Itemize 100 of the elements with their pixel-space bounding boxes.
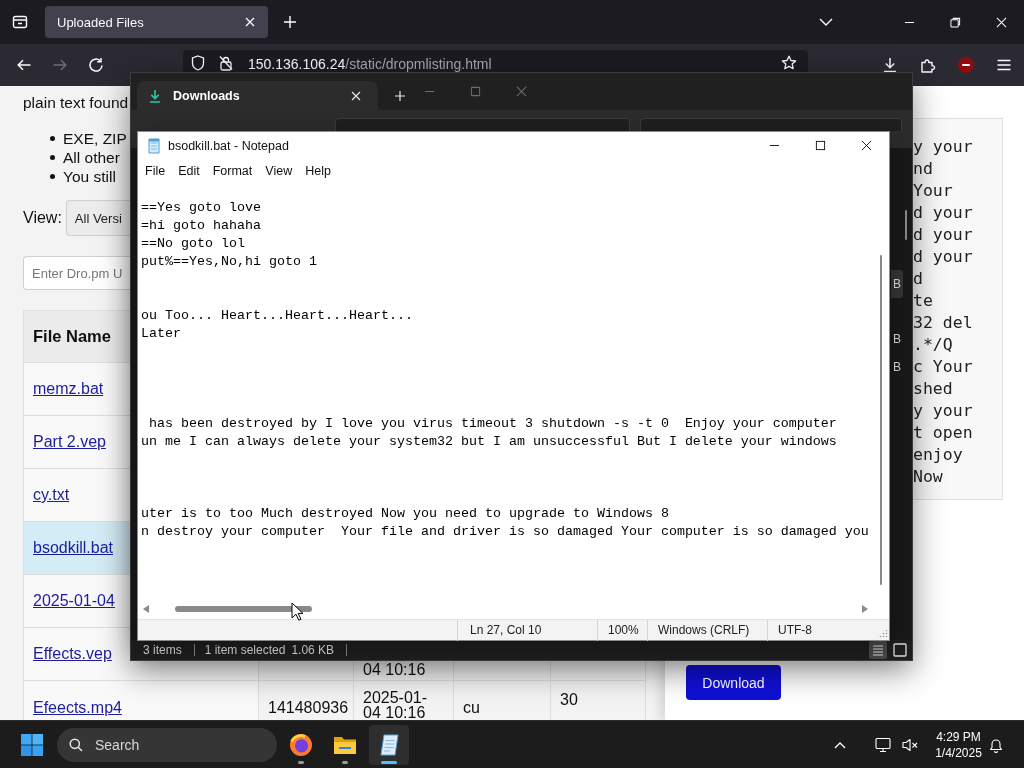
bullet-icon	[50, 174, 55, 179]
plus-icon[interactable]	[394, 90, 406, 102]
file-link[interactable]: Part 2.vep	[33, 433, 106, 450]
code-line: shed	[913, 379, 953, 398]
address-field[interactable]	[335, 118, 630, 131]
list-item-text: EXE, ZIP	[63, 129, 127, 148]
text-line: un me I can always delete your system32 but I am unsuccessful But I delete your windows	[141, 434, 837, 449]
code-line: enjoy	[913, 445, 963, 464]
text-encoding: UTF-8	[778, 623, 812, 637]
browser-icon	[289, 732, 313, 757]
speaker-muted-icon[interactable]	[902, 736, 918, 753]
file-link[interactable]: bsodkill.bat	[33, 539, 114, 556]
column-text: 30	[560, 691, 578, 708]
maximize-icon[interactable]	[814, 140, 826, 151]
star-icon[interactable]	[781, 55, 797, 71]
bell-icon[interactable]	[988, 736, 1004, 753]
item-count: 3 items	[143, 643, 182, 657]
notebook-icon	[377, 732, 401, 757]
file-link[interactable]: 2025-01-04	[33, 592, 115, 609]
menu-icon[interactable]	[996, 57, 1012, 73]
intro-text: plain text found	[23, 94, 129, 112]
clock-time[interactable]: 4:29 PM	[936, 728, 981, 745]
list-icon[interactable]	[869, 641, 887, 659]
line-ending: Windows (CRLF)	[658, 623, 750, 637]
arrow-left-icon[interactable]	[16, 57, 32, 73]
search-field[interactable]	[640, 118, 902, 131]
view-select[interactable]: All Versi	[65, 200, 130, 236]
menu-item[interactable]: Help	[305, 164, 331, 178]
download-button[interactable]: Download	[686, 665, 781, 700]
menu-item[interactable]: Edit	[178, 164, 200, 178]
arrow-right-icon[interactable]	[862, 605, 868, 613]
reload-icon[interactable]	[88, 57, 104, 73]
url-text[interactable]: 150.136.106.24/static/dropmlisting.html	[248, 56, 492, 72]
scrollbar-thumb[interactable]	[880, 255, 882, 585]
code-line: t open	[913, 423, 973, 442]
file-size: 141480936	[268, 699, 349, 716]
shield-icon[interactable]	[191, 55, 205, 71]
chevron-up-icon[interactable]	[834, 740, 846, 749]
download-icon	[149, 88, 161, 103]
code-line: 32 del	[913, 313, 973, 332]
square-icon[interactable]	[891, 641, 909, 659]
zoom-level: 100%	[608, 623, 639, 637]
menu-item[interactable]: File	[145, 164, 166, 178]
text-line: has been destroyed by I love you virus timeout 3 shutdown -s -t 0 Enjoy your computer	[148, 416, 837, 431]
text-line: ==No goto lol	[141, 236, 245, 251]
code-line: te	[913, 291, 933, 310]
bullet-icon	[50, 155, 55, 160]
code-line: d	[913, 269, 923, 288]
selection-text: 1 item selected	[204, 643, 286, 657]
window-title: bsodkill.bat - Notepad	[168, 138, 289, 153]
file-link[interactable]: cy.txt	[33, 486, 70, 503]
file-link[interactable]: Efeects.mp4	[33, 699, 122, 716]
resize-grip-icon[interactable]	[878, 628, 888, 638]
scrollbar-thumb[interactable]	[175, 606, 312, 612]
code-line: y your	[913, 137, 973, 156]
indicator-icon	[381, 760, 397, 764]
code-line: d your	[913, 225, 973, 244]
four-squares-icon[interactable]	[20, 732, 44, 757]
text-line: =hi goto hahaha	[141, 218, 261, 233]
code-line: d your	[913, 247, 973, 266]
text-line: Later	[141, 326, 181, 341]
search-button[interactable]: Search	[57, 727, 277, 762]
text-line: n destroy your computer Your file and driver is so damaged Your computer is so damaged you	[141, 524, 869, 539]
text-line: uter is to too Much destroyed Now you need to upgrade to Windows 8	[141, 506, 669, 521]
bullet-icon	[50, 136, 55, 141]
lock-icon[interactable]	[219, 55, 233, 71]
text-line: put%==Yes,No,hi goto 1	[141, 254, 317, 269]
address-bar[interactable]: 150.136.106.24/static/dropmlisting.html	[183, 50, 808, 72]
file-link[interactable]: Effects.vep	[33, 645, 112, 662]
circle-badge-icon[interactable]	[958, 57, 974, 73]
chevron-down-icon[interactable]	[819, 18, 833, 26]
file-row[interactable]: B	[891, 353, 903, 381]
upload-date: 2025-01-04 10:16	[363, 690, 429, 720]
code-line: Now	[913, 467, 943, 486]
scrollbar-thumb[interactable]	[905, 210, 907, 240]
menu-item[interactable]: Format	[212, 164, 253, 178]
view-label: View:	[23, 209, 62, 227]
url-input[interactable]: Enter Dro.pm U	[23, 256, 130, 290]
menu-item[interactable]: View	[265, 164, 293, 178]
list-item-text: You still	[63, 167, 116, 186]
selection-size: 1.06 KB	[291, 643, 335, 657]
download-icon[interactable]	[882, 57, 898, 73]
window-tab[interactable]: Downloads	[137, 81, 378, 110]
file-link[interactable]: memz.bat	[33, 380, 104, 397]
monitor-icon[interactable]	[875, 736, 891, 753]
file-row[interactable]: B	[891, 270, 903, 298]
code-line: nd	[913, 159, 933, 178]
box-icon[interactable]	[12, 14, 28, 30]
browser-tab[interactable]: Uploaded Files	[45, 6, 268, 38]
code-line: d your	[913, 203, 973, 222]
clock-date[interactable]: 1/4/2025	[935, 744, 982, 761]
puzzle-icon[interactable]	[920, 57, 936, 73]
code-line: .*/Q	[913, 335, 953, 354]
close-icon[interactable]	[860, 140, 872, 151]
column-text: cu	[463, 699, 480, 716]
taskbar-app[interactable]	[369, 724, 409, 765]
file-row[interactable]: B	[891, 325, 903, 353]
restore-icon[interactable]	[949, 16, 961, 28]
upload-date: 04 10:16	[363, 662, 427, 678]
code-line: c Your	[913, 357, 973, 376]
